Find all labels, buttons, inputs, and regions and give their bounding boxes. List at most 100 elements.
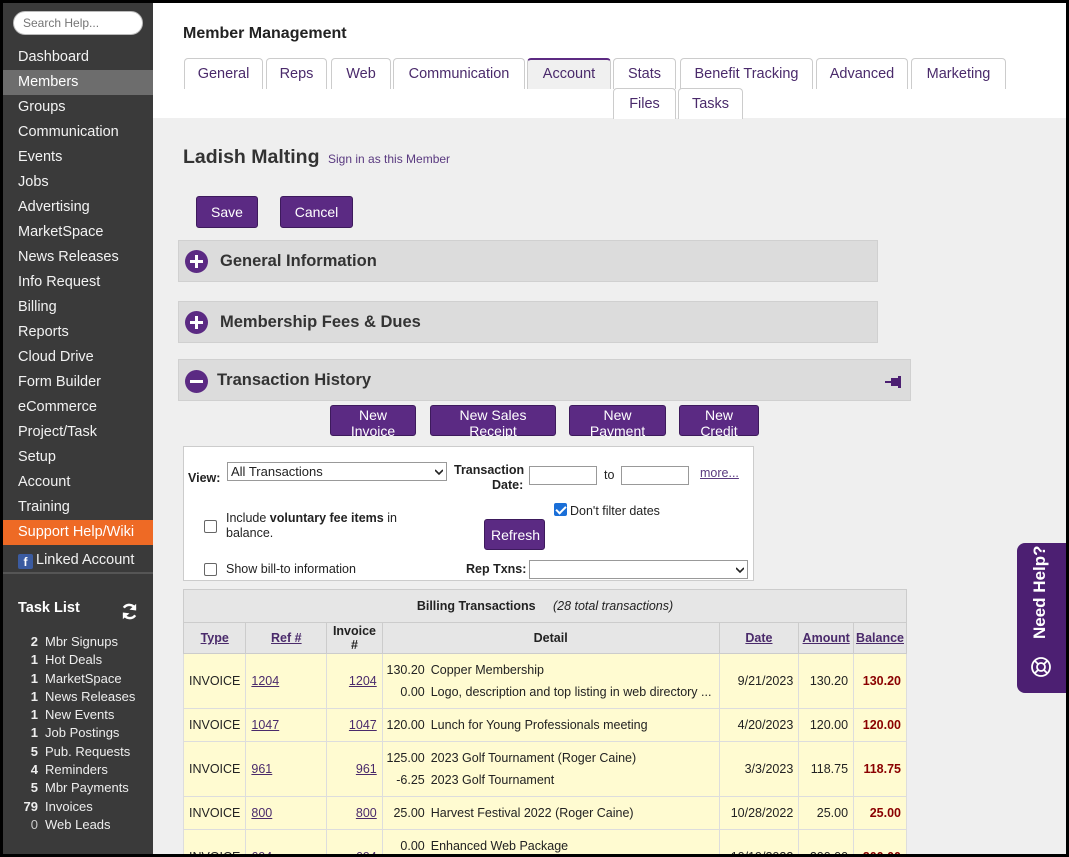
more-filters-link[interactable]: more...: [700, 466, 739, 480]
tab-reps[interactable]: Reps: [266, 58, 327, 89]
task-list-item-new-events[interactable]: 1 New Events: [3, 706, 153, 724]
need-help-tab[interactable]: Need Help?: [1017, 543, 1066, 693]
sidebar-item-info-request[interactable]: Info Request: [3, 270, 153, 295]
sidebar-item-dashboard[interactable]: Dashboard: [3, 45, 153, 70]
sidebar-item-jobs[interactable]: Jobs: [3, 170, 153, 195]
invoice-link[interactable]: 961: [356, 762, 377, 776]
ref-link[interactable]: 1047: [251, 718, 279, 732]
task-list-item-news-releases[interactable]: 1 News Releases: [3, 688, 153, 706]
new-invoice-button[interactable]: New Invoice: [330, 405, 416, 439]
sidebar-item-events[interactable]: Events: [3, 145, 153, 170]
table-row[interactable]: INVOICE 1204 1204 130.20 Copper Membership 0.…: [182, 653, 907, 709]
sidebar-item-marketspace[interactable]: MarketSpace: [3, 220, 153, 245]
type-cell: INVOICE: [182, 653, 247, 709]
new-payment-button[interactable]: New Payment: [569, 405, 666, 439]
tab-tasks[interactable]: Tasks: [678, 88, 743, 119]
table-row[interactable]: INVOICE 1047 1047 120.00 Lunch for Young Pro…: [182, 708, 907, 742]
amount-cell: 120.00: [798, 708, 855, 742]
column-header-date[interactable]: Date: [718, 622, 800, 654]
membership-fees-panel[interactable]: Membership Fees & Dues: [178, 301, 878, 343]
column-header-amount[interactable]: Amount: [798, 622, 855, 654]
invoice-link[interactable]: 694: [356, 850, 377, 854]
sidebar-item-project-task[interactable]: Project/Task: [3, 420, 153, 445]
invoice-link[interactable]: 1047: [349, 718, 377, 732]
search-help-input[interactable]: [13, 11, 143, 35]
general-information-panel[interactable]: General Information: [178, 240, 878, 282]
date-from-input[interactable]: [529, 466, 597, 485]
ref-link[interactable]: 961: [251, 762, 272, 776]
tab-files[interactable]: Files: [613, 88, 676, 119]
save-button[interactable]: Save: [196, 196, 258, 228]
new-sales-receipt-button[interactable]: New Sales Receipt: [430, 405, 556, 439]
date-to-input[interactable]: [621, 466, 689, 485]
task-list-item-reminders[interactable]: 4 Reminders: [3, 761, 153, 779]
task-list-item-invoices[interactable]: 79 Invoices: [3, 798, 153, 816]
sidebar-item-news-releases[interactable]: News Releases: [3, 245, 153, 270]
column-header-type[interactable]: Type: [182, 622, 247, 654]
rep-txns-select[interactable]: [529, 560, 748, 579]
expand-plus-icon[interactable]: [185, 250, 208, 273]
sidebar-item-advertising[interactable]: Advertising: [3, 195, 153, 220]
sidebar: DashboardMembersGroupsCommunicationEvent…: [3, 3, 153, 854]
table-row[interactable]: INVOICE 800 800 25.00 Harvest Festival 2022 …: [182, 796, 907, 830]
task-list-item-pub-requests[interactable]: 5 Pub. Requests: [3, 743, 153, 761]
sidebar-item-training[interactable]: Training: [3, 495, 153, 520]
collapse-minus-icon[interactable]: [185, 370, 208, 393]
sidebar-item-linked-account[interactable]: f Linked Account: [3, 545, 153, 574]
sidebar-item-support-help-wiki[interactable]: Support Help/Wiki: [3, 520, 153, 545]
sidebar-item-ecommerce[interactable]: eCommerce: [3, 395, 153, 420]
refresh-button[interactable]: Refresh: [484, 519, 545, 550]
tab-marketing[interactable]: Marketing: [911, 58, 1006, 89]
transaction-history-panel[interactable]: Transaction History: [178, 359, 911, 401]
ref-cell: 1047: [245, 708, 328, 742]
column-header-ref[interactable]: Ref #: [245, 622, 328, 654]
tab-account[interactable]: Account: [527, 58, 611, 89]
task-list-item-web-leads[interactable]: 0 Web Leads: [3, 816, 153, 834]
cancel-button[interactable]: Cancel: [280, 196, 353, 228]
task-list-item-job-postings[interactable]: 1 Job Postings: [3, 724, 153, 742]
column-header-balance[interactable]: Balance: [853, 622, 907, 654]
ref-link[interactable]: 800: [251, 806, 272, 820]
tab-web[interactable]: Web: [331, 58, 391, 89]
task-count: 79: [23, 798, 38, 814]
tab-stats[interactable]: Stats: [613, 58, 676, 89]
tab-benefit-tracking[interactable]: Benefit Tracking: [680, 58, 813, 89]
table-row[interactable]: INVOICE 961 961 125.00 2023 Golf Tournament …: [182, 741, 907, 797]
sidebar-item-setup[interactable]: Setup: [3, 445, 153, 470]
expand-plus-icon[interactable]: [185, 311, 208, 334]
show-bill-to-checkbox[interactable]: [204, 563, 217, 576]
detail-cell: 125.00 2023 Golf Tournament (Roger Caine)…: [381, 741, 720, 797]
invoice-cell: 800: [326, 796, 383, 830]
include-voluntary-checkbox[interactable]: [204, 520, 217, 533]
task-list-item-marketspace[interactable]: 1 MarketSpace: [3, 670, 153, 688]
tab-communication[interactable]: Communication: [393, 58, 525, 89]
invoice-link[interactable]: 800: [356, 806, 377, 820]
task-list-item-mbr-payments[interactable]: 5 Mbr Payments: [3, 779, 153, 797]
sidebar-item-cloud-drive[interactable]: Cloud Drive: [3, 345, 153, 370]
ref-link[interactable]: 694: [251, 850, 272, 854]
sidebar-item-form-builder[interactable]: Form Builder: [3, 370, 153, 395]
task-list-item-hot-deals[interactable]: 1 Hot Deals: [3, 651, 153, 669]
tab-general[interactable]: General: [184, 58, 263, 89]
sidebar-item-members[interactable]: Members: [3, 70, 153, 95]
detail-text: 2023 Golf Tournament: [430, 773, 555, 787]
refresh-icon[interactable]: [120, 602, 139, 621]
invoice-link[interactable]: 1204: [349, 674, 377, 688]
new-credit-button[interactable]: New Credit: [679, 405, 759, 439]
sidebar-item-account[interactable]: Account: [3, 470, 153, 495]
sign-in-as-member-link[interactable]: Sign in as this Member: [328, 152, 450, 166]
sidebar-item-billing[interactable]: Billing: [3, 295, 153, 320]
sidebar-item-groups[interactable]: Groups: [3, 95, 153, 120]
sidebar-item-communication[interactable]: Communication: [3, 120, 153, 145]
sidebar-item-reports[interactable]: Reports: [3, 320, 153, 345]
tab-advanced[interactable]: Advanced: [816, 58, 908, 89]
table-row[interactable]: INVOICE 694 694 0.00 Enhanced Web Package 200…: [182, 829, 907, 854]
ref-link[interactable]: 1204: [251, 674, 279, 688]
pin-icon[interactable]: [885, 375, 903, 389]
ref-cell: 1204: [245, 653, 328, 709]
panel-title: Transaction History: [217, 371, 372, 389]
view-select[interactable]: All Transactions: [227, 462, 447, 481]
amount-cell: 200.00: [798, 829, 855, 854]
task-list-item-mbr-signups[interactable]: 2 Mbr Signups: [3, 633, 153, 651]
dont-filter-dates-checkbox[interactable]: [554, 503, 567, 516]
